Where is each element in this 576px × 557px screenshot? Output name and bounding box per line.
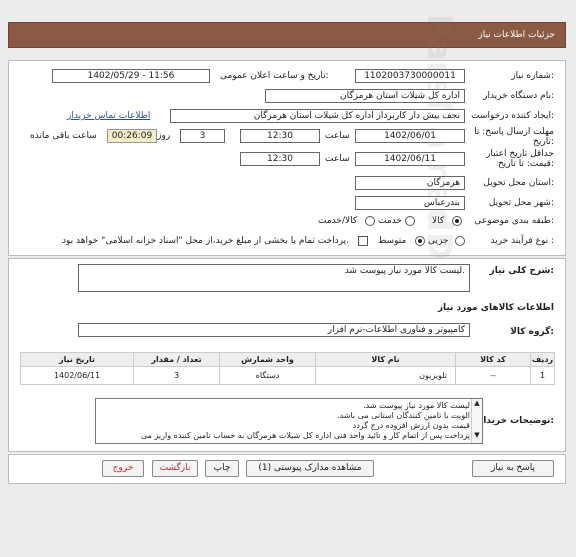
category-option-goods-service: کالا/خدمت (318, 216, 358, 226)
cell-date: 1402/06/11 (20, 366, 134, 385)
category-label: طبقه بندی موضوعی: (474, 216, 554, 226)
note-line: قیمت بدون ارزش افزوده درج گردد (352, 421, 470, 430)
col-date: تاریخ نیاز (20, 352, 134, 367)
validity-time-label: ساعت (325, 154, 350, 164)
col-qty: تعداد / مقدار (133, 352, 220, 367)
cell-qty: 3 (133, 366, 220, 385)
process-radio-medium[interactable] (415, 236, 425, 246)
exit-button[interactable]: خروج (102, 460, 144, 477)
buyer-notes-label: توضیحات خریدار: (478, 416, 554, 426)
process-radio-minor[interactable] (455, 236, 465, 246)
category-option-service: خدمت (378, 216, 402, 226)
category-radio-goods-service[interactable] (365, 216, 375, 226)
validity-label: حداقل تاریخ اعتبار قیمت: تا تاریخ: (486, 149, 554, 169)
scroll-down-icon[interactable]: ▼ (472, 431, 482, 439)
col-code: کد کالا (455, 352, 531, 367)
city-label: شهر محل تحویل: (488, 198, 554, 208)
cell-name: تلویزیون (315, 366, 456, 385)
validity-date-field: 1402/06/11 (355, 152, 465, 166)
page-title: جزئیات اطلاعات نیاز (478, 30, 555, 40)
category-option-goods: کالا (432, 216, 445, 226)
announce-label: تاریخ و ساعت اعلان عمومی: (220, 71, 329, 81)
summary-field: لیست کالا مورد نیاز پیوست شد. (78, 264, 470, 292)
attachments-button[interactable]: مشاهده مدارک پیوستی (1) (246, 460, 374, 477)
province-label: استان محل تحویل: (483, 178, 554, 188)
col-unit: واحد شمارش (219, 352, 316, 367)
col-row: ردیف (530, 352, 555, 367)
creator-label: ایجاد کننده درخواست: (471, 111, 554, 121)
remaining-label: ساعت باقی مانده (30, 131, 97, 141)
print-button[interactable]: چاپ (205, 460, 239, 477)
announce-field: 1402/05/29 - 11:56 (52, 69, 210, 83)
treasury-checkbox[interactable] (358, 236, 368, 246)
process-option-minor: جزیی (428, 236, 449, 246)
cell-unit: دستگاه (219, 366, 316, 385)
buyer-notes-textarea[interactable]: لیست کالا مورد نیاز پیوست شد. الویت با ت… (95, 398, 483, 444)
deadline-date-field: 1402/06/01 (355, 129, 465, 143)
treasury-payment-note: پرداخت تمام یا بخشی از مبلغ خرید،از محل … (62, 236, 350, 246)
need-number-field: 1102003730000011 (355, 69, 465, 83)
creator-field: نجف بیش دار کاربرداز اداره کل شیلات استا… (170, 109, 465, 123)
scroll-up-icon[interactable]: ▲ (472, 399, 482, 407)
category-radio-service[interactable] (405, 216, 415, 226)
remaining-time: 00:26:09 (107, 129, 157, 143)
summary-label: شرح کلی نیاز: (489, 266, 554, 276)
buyer-contact-link[interactable]: اطلاعات تماس خریدار (67, 111, 150, 121)
province-field: هرمزگان (355, 176, 465, 190)
cell-code: -- (455, 366, 531, 385)
buyer-org-field: اداره کل شیلات استان هرمزگان (265, 89, 465, 103)
goods-group-field: کامپیوتر و فناوری اطلاعات-نرم افزار (78, 323, 470, 337)
note-line: لیست کالا مورد نیاز پیوست شد. (363, 401, 470, 410)
days-field: 3 (180, 129, 225, 143)
note-line: الویت با تامین کنندگان استانی می باشد. (337, 411, 470, 420)
goods-group-label: گروه کالا: (510, 327, 554, 337)
city-field: بندرعباس (355, 196, 465, 210)
notes-scrollbar[interactable]: ▲ ▼ (471, 399, 482, 443)
buyer-org-label: نام دستگاه خریدار: (483, 91, 554, 101)
category-radio-goods[interactable] (452, 216, 462, 226)
deadline-label: مهلت ارسال پاسخ: تا تاریخ: (474, 127, 554, 147)
reply-button[interactable]: پاسخ به نیاز (472, 460, 554, 477)
process-option-medium: متوسط (378, 236, 407, 246)
cell-row: 1 (530, 366, 555, 385)
col-name: نام کالا (315, 352, 456, 367)
goods-table: ردیف کد کالا نام کالا واحد شمارش تعداد /… (20, 352, 555, 385)
table-row: 1 -- تلویزیون دستگاه 3 1402/06/11 (20, 366, 555, 385)
deadline-time-label: ساعت (325, 131, 350, 141)
table-header-row: ردیف کد کالا نام کالا واحد شمارش تعداد /… (20, 352, 555, 367)
need-number-label: شماره نیاز: (511, 71, 554, 81)
back-button[interactable]: بازگشت (152, 460, 198, 477)
process-label: نوع فرآیند خرید : (490, 236, 554, 246)
page-header: جزئیات اطلاعات نیاز (8, 22, 566, 48)
validity-time-field: 12:30 (240, 152, 320, 166)
goods-info-title: اطلاعات کالاهای مورد نیاز (437, 303, 554, 313)
note-line: پرداخت پس از اتمام کار و تائید واحد فنی … (141, 431, 470, 440)
deadline-time-field: 12:30 (240, 129, 320, 143)
